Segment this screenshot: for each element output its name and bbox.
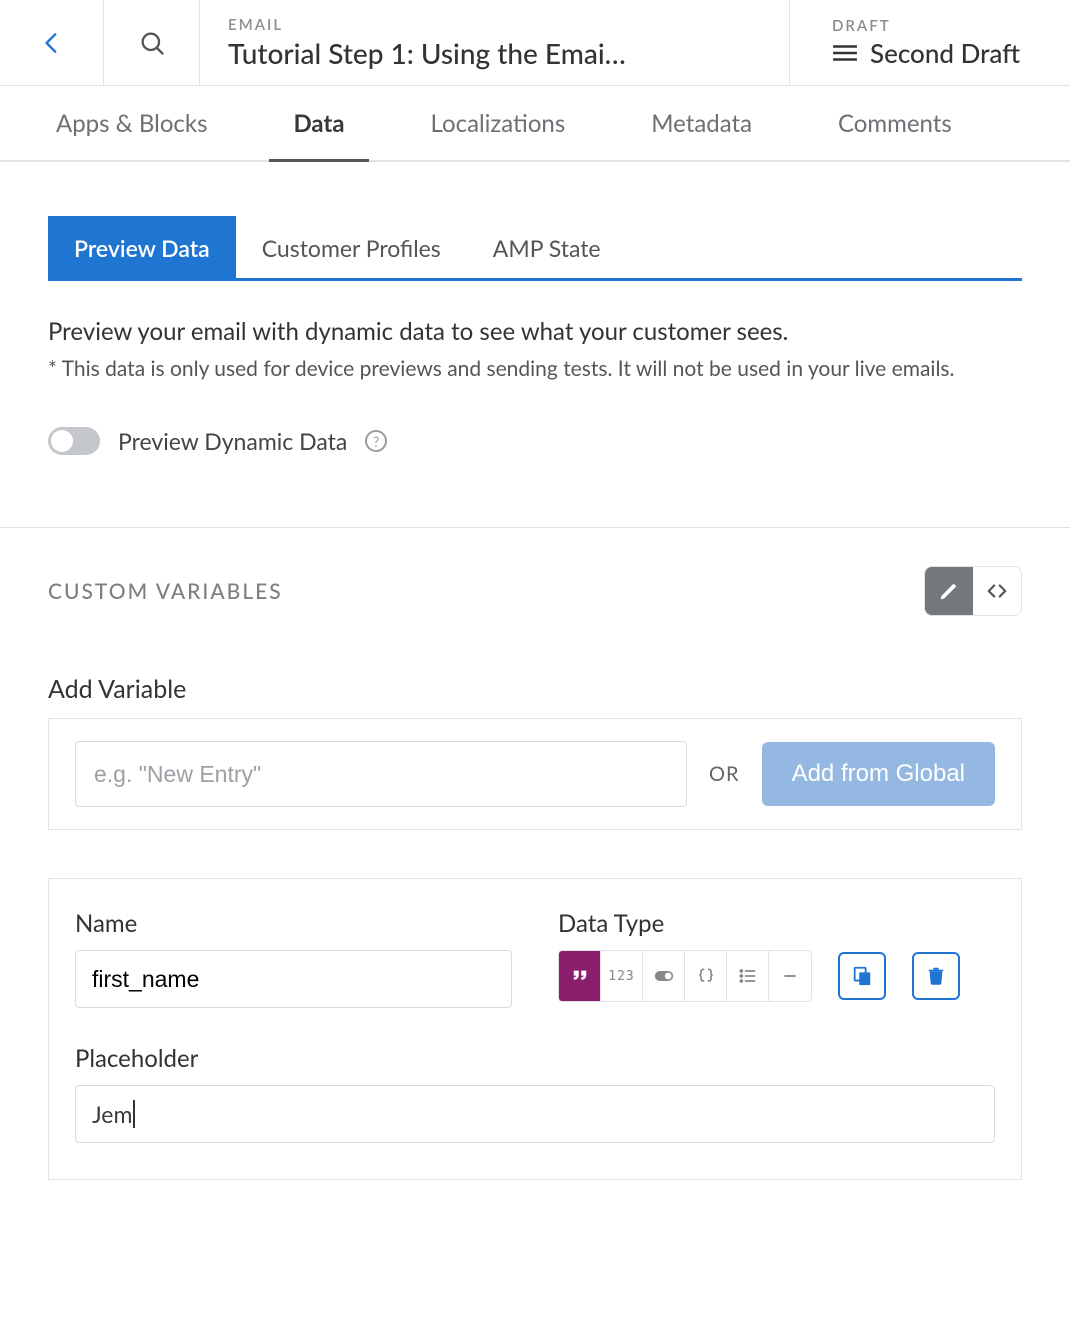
tab-data[interactable]: Data [293, 86, 344, 160]
type-object-button[interactable] [685, 951, 727, 1001]
placeholder-value: Jem [92, 1100, 135, 1128]
or-label: OR [709, 762, 740, 786]
type-array-button[interactable] [727, 951, 769, 1001]
preview-toggle-row: Preview Dynamic Data ? [48, 427, 1022, 455]
trash-icon [925, 965, 947, 987]
preview-note: * This data is only used for device prev… [48, 356, 1022, 381]
subtab-preview-data[interactable]: Preview Data [48, 216, 236, 278]
add-from-global-button[interactable]: Add from Global [762, 742, 995, 806]
quote-icon [570, 966, 590, 986]
search-button[interactable] [104, 0, 200, 85]
email-eyebrow: EMAIL [228, 16, 283, 34]
search-icon [138, 29, 166, 57]
placeholder-input[interactable]: Jem [75, 1085, 995, 1143]
draft-name: Second Draft [870, 37, 1020, 69]
type-field-label: Data Type [558, 909, 995, 938]
tab-metadata[interactable]: Metadata [651, 86, 752, 160]
back-button[interactable] [0, 0, 104, 85]
preview-dynamic-data-toggle[interactable] [48, 427, 100, 455]
variable-name-input[interactable] [75, 950, 512, 1008]
type-null-button[interactable] [769, 951, 811, 1001]
placeholder-field-label: Placeholder [75, 1044, 995, 1073]
code-icon [986, 580, 1008, 602]
help-icon[interactable]: ? [365, 430, 387, 452]
subtab-customer-profiles[interactable]: Customer Profiles [236, 216, 467, 278]
add-variable-box: OR Add from Global [48, 718, 1022, 830]
type-number-button[interactable]: 123 [601, 951, 643, 1001]
title-block: EMAIL Tutorial Step 1: Using the Email B… [200, 0, 790, 85]
tab-apps-blocks[interactable]: Apps & Blocks [56, 86, 207, 160]
copy-icon [851, 965, 873, 987]
preview-toggle-label: Preview Dynamic Data [118, 427, 347, 455]
menu-icon [832, 43, 858, 63]
edit-mode-button[interactable] [925, 567, 973, 615]
data-type-group: 123 [558, 950, 812, 1002]
toggle-icon [654, 966, 674, 986]
copy-variable-button[interactable] [838, 952, 886, 1000]
draft-block[interactable]: DRAFT Second Draft [790, 0, 1070, 85]
chevron-left-icon [39, 30, 65, 56]
list-icon [738, 966, 758, 986]
braces-icon [696, 966, 716, 986]
add-variable-label: Add Variable [48, 674, 1022, 704]
view-mode-toggle [924, 566, 1022, 616]
page-title: Tutorial Step 1: Using the Email B… [228, 36, 628, 70]
main-tabs: Apps & Blocks Data Localizations Metadat… [0, 86, 1070, 162]
custom-variables-section: CUSTOM VARIABLES Add Variable OR Add fro… [0, 527, 1070, 1180]
app-header: EMAIL Tutorial Step 1: Using the Email B… [0, 0, 1070, 86]
tab-localizations[interactable]: Localizations [431, 86, 566, 160]
preview-intro: Preview your email with dynamic data to … [48, 317, 1022, 346]
pencil-icon [938, 580, 960, 602]
minus-icon [780, 966, 800, 986]
draft-eyebrow: DRAFT [832, 17, 891, 35]
type-string-button[interactable] [559, 951, 601, 1001]
subtab-amp-state[interactable]: AMP State [467, 216, 627, 278]
add-variable-input[interactable] [75, 741, 687, 807]
code-mode-button[interactable] [973, 567, 1021, 615]
type-boolean-button[interactable] [643, 951, 685, 1001]
custom-variables-title: CUSTOM VARIABLES [48, 579, 283, 604]
name-field-label: Name [75, 909, 512, 938]
variable-card: Name Data Type 123 [48, 878, 1022, 1180]
data-subtabs: Preview Data Customer Profiles AMP State [48, 216, 1022, 281]
tab-comments[interactable]: Comments [838, 86, 952, 160]
delete-variable-button[interactable] [912, 952, 960, 1000]
